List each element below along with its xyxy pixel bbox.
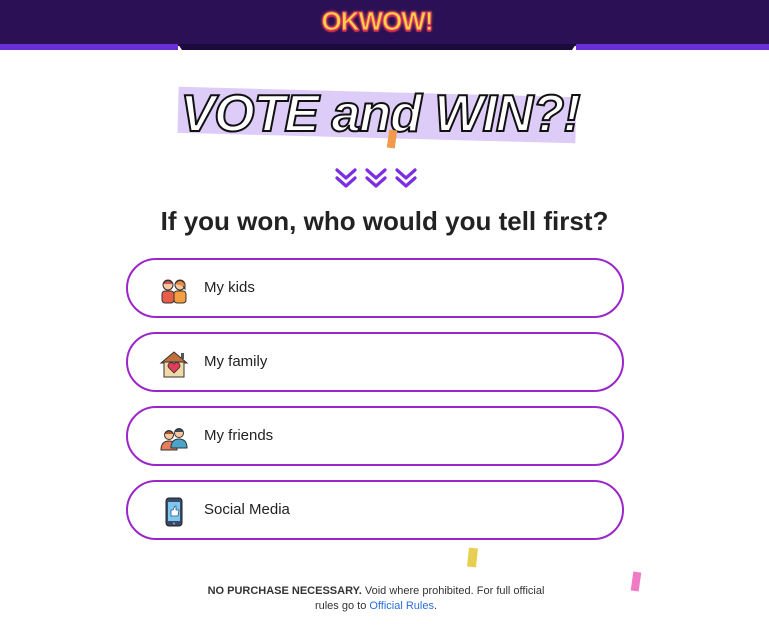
okwow-logo[interactable]: OKWOW! bbox=[316, 6, 438, 37]
disclaimer-bold: NO PURCHASE NECESSARY. bbox=[207, 585, 362, 597]
disclaimer-text: NO PURCHASE NECESSARY. Void where prohib… bbox=[196, 584, 556, 614]
option-my-family[interactable]: My family bbox=[126, 332, 624, 392]
confetti-yellow bbox=[467, 547, 478, 568]
option-label: My family bbox=[204, 353, 268, 370]
option-social-media[interactable]: Social Media bbox=[126, 480, 624, 540]
header-edge-right bbox=[576, 44, 769, 50]
confetti-orange bbox=[386, 129, 398, 149]
option-label: My friends bbox=[204, 427, 274, 444]
official-rules-link[interactable]: Official Rules bbox=[369, 600, 434, 612]
chevron-down-icon bbox=[365, 168, 387, 188]
kids-icon bbox=[161, 279, 187, 304]
phone-like-icon bbox=[165, 497, 183, 527]
option-my-kids[interactable]: My kids bbox=[126, 258, 624, 318]
disclaimer-end: . bbox=[433, 600, 438, 612]
chevron-down-icon bbox=[395, 168, 417, 188]
chevron-down-icon bbox=[335, 168, 357, 188]
option-label: My kids bbox=[204, 279, 255, 296]
friends-icon bbox=[160, 428, 188, 451]
confetti-pink bbox=[630, 571, 642, 592]
header-notch bbox=[178, 44, 576, 50]
option-my-friends[interactable]: My friends bbox=[126, 406, 624, 466]
scroll-down-chevrons bbox=[334, 166, 418, 190]
hero-title: VOTE and WIN?! bbox=[179, 84, 581, 144]
option-label: Social Media bbox=[204, 501, 290, 518]
house-heart-icon bbox=[159, 351, 189, 378]
poll-question: If you won, who would you tell first? bbox=[160, 206, 609, 236]
header-edge-left bbox=[0, 44, 178, 50]
